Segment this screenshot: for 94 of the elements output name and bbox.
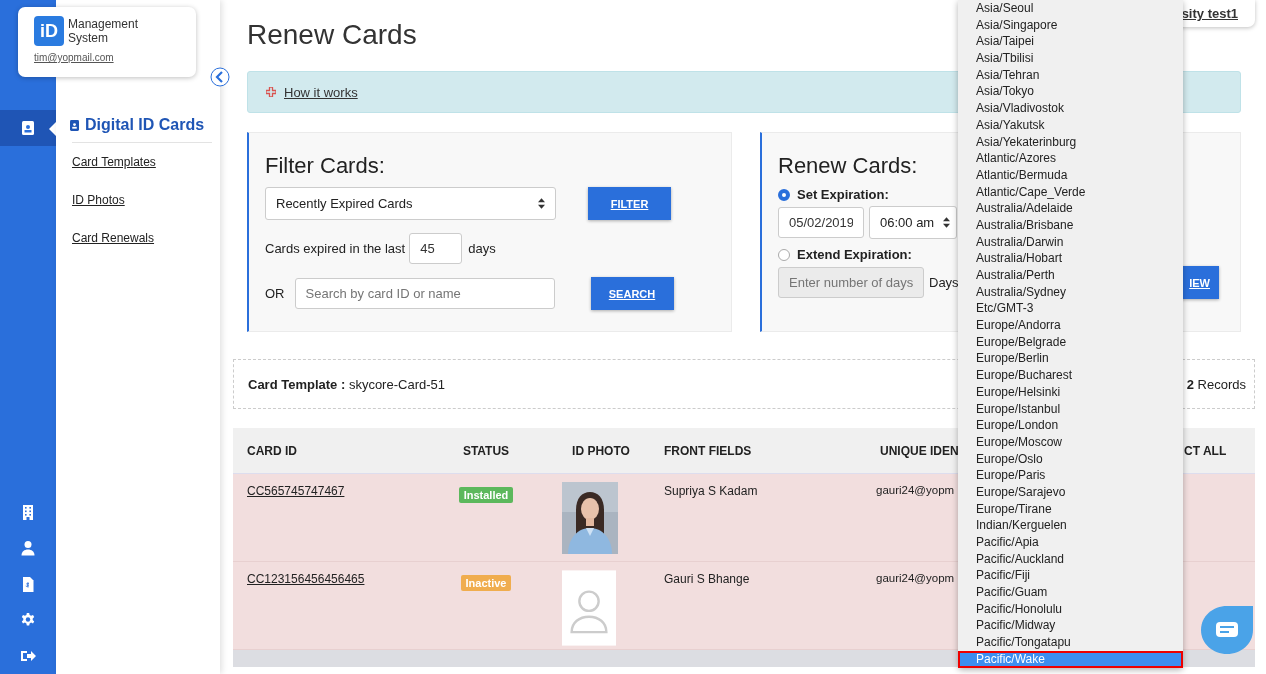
timezone-option[interactable]: Pacific/Auckland	[958, 550, 1183, 568]
timezone-option[interactable]: Europe/Belgrade	[958, 333, 1183, 351]
radio-label: Extend Expiration:	[797, 247, 912, 262]
chat-button[interactable]	[1199, 604, 1255, 656]
days-label: days	[468, 241, 496, 256]
timezone-option[interactable]: Atlantic/Cape_Verde	[958, 183, 1183, 201]
submenu-link[interactable]: ID Photos	[72, 193, 212, 207]
time-select[interactable]: 06:00 am	[869, 206, 957, 239]
timezone-option[interactable]: Europe/Andorra	[958, 317, 1183, 334]
timezone-option[interactable]: Pacific/Fiji	[958, 567, 1183, 585]
search-button[interactable]: SEARCH	[590, 277, 674, 310]
timezone-option[interactable]: Asia/Taipei	[958, 33, 1183, 51]
account-email-link[interactable]: tim@yopmail.com	[34, 52, 180, 63]
timezone-option[interactable]: Asia/Vladivostok	[958, 100, 1183, 117]
column-header: UNIQUE IDEN	[879, 443, 960, 458]
timezone-option[interactable]: Asia/Tehran	[958, 66, 1183, 84]
timezone-option[interactable]: Australia/Adelaide	[958, 200, 1183, 217]
timezone-option[interactable]: Europe/Tirane	[958, 500, 1183, 518]
timezone-option[interactable]: Europe/Berlin	[958, 350, 1183, 368]
timezone-option[interactable]: Australia/Brisbane	[958, 216, 1183, 234]
invoice-icon[interactable]	[20, 576, 36, 592]
filter-button[interactable]: FILTER	[588, 187, 671, 220]
record-count: 2 Records	[1186, 376, 1246, 392]
settings-icon[interactable]	[20, 612, 36, 628]
timezone-option[interactable]: Atlantic/Azores	[958, 150, 1183, 167]
select-caret-icon	[943, 217, 950, 228]
submenu-title: Digital ID Cards	[85, 116, 205, 134]
panel-title: Filter Cards:	[265, 153, 385, 179]
timezone-option[interactable]: Pacific/Tongatapu	[958, 634, 1183, 651]
timezone-option[interactable]: Europe/Istanbul	[958, 400, 1183, 418]
timezone-option[interactable]: Europe/Oslo	[958, 450, 1183, 468]
select-caret-icon	[538, 198, 545, 209]
badge-icon	[70, 119, 79, 131]
card-id-link[interactable]: CC565745747467	[233, 484, 420, 561]
column-header: CT ALL	[1183, 443, 1228, 458]
timezone-option[interactable]: Asia/Tokyo	[958, 83, 1183, 101]
collapse-button[interactable]	[210, 67, 230, 87]
radio-button[interactable]	[778, 248, 790, 261]
search-field[interactable]: Search by card ID or name	[294, 278, 555, 309]
timezone-option[interactable]: Asia/Yakutsk	[958, 116, 1183, 134]
column-header: FRONT FIELDS	[663, 443, 753, 458]
account-name-link[interactable]: sity test1	[1181, 6, 1238, 21]
table-cell-text: Supriya S Kadam	[663, 484, 759, 500]
timezone-option[interactable]: Europe/Paris	[958, 467, 1183, 484]
status-badge: Inactive	[460, 575, 512, 591]
timezone-option[interactable]: Australia/Hobart	[958, 250, 1183, 267]
table-cell-text: gauri24@yopm	[875, 572, 956, 586]
table-cell-text: Gauri S Bhange	[663, 572, 751, 588]
days-input[interactable]: 45	[409, 233, 463, 264]
card-id-link[interactable]: CC123156456456465	[233, 572, 420, 649]
column-header: ID PHOTO	[571, 443, 631, 458]
timezone-option[interactable]: Pacific/Apia	[958, 534, 1183, 551]
timezone-option[interactable]: Pacific/Guam	[958, 584, 1183, 601]
column-header: STATUS	[461, 443, 511, 458]
timezone-option[interactable]: Pacific/Honolulu	[958, 600, 1183, 618]
plus-icon	[266, 87, 276, 97]
timezone-option[interactable]: Europe/Helsinki	[958, 383, 1183, 401]
timezone-option[interactable]: Australia/Darwin	[958, 233, 1183, 251]
template-label: Card Template : skycore-Card-51	[248, 376, 445, 392]
timezone-option[interactable]: Europe/Bucharest	[958, 367, 1183, 384]
timezone-option[interactable]: Etc/GMT-3	[958, 300, 1183, 318]
days-unit: Days	[929, 275, 959, 290]
timezone-option[interactable]: Europe/Sarajevo	[958, 483, 1183, 501]
page-title: Renew Cards	[247, 18, 417, 52]
date-field[interactable]: 05/02/2019	[778, 207, 864, 238]
timezone-option[interactable]: Asia/Singapore	[958, 16, 1183, 34]
timezone-option[interactable]: Atlantic/Bermuda	[958, 166, 1183, 184]
days-label: Cards expired in the last	[265, 241, 406, 256]
submenu-link[interactable]: Card Templates	[72, 155, 212, 169]
status-badge: Installed	[458, 487, 514, 503]
timezone-option[interactable]: Indian/Kerguelen	[958, 517, 1183, 534]
or-label: OR	[265, 286, 285, 301]
how-it-works-link[interactable]: How it works	[284, 84, 358, 100]
timezone-option[interactable]: Asia/Yekaterinburg	[958, 133, 1183, 151]
radio-label: Set Expiration:	[797, 187, 889, 202]
avatar-placeholder-icon	[562, 570, 616, 646]
pointer-icon	[49, 122, 56, 136]
timezone-option[interactable]: Pacific/Midway	[958, 617, 1183, 635]
timezone-option[interactable]: Asia/Tbilisi	[958, 50, 1183, 67]
timezone-option[interactable]: Europe/London	[958, 417, 1183, 434]
radio-button[interactable]	[778, 188, 790, 201]
card-filter-select[interactable]: Recently Expired Cards	[265, 187, 556, 220]
timezone-option[interactable]: Europe/Moscow	[958, 433, 1183, 451]
table-cell-text: gauri24@yopm	[875, 484, 956, 498]
user-icon[interactable]	[20, 540, 36, 556]
building-icon[interactable]	[20, 504, 36, 520]
timezone-option[interactable]: Asia/Seoul	[958, 0, 1183, 17]
app-name: Management System	[68, 17, 140, 45]
badge-icon[interactable]	[20, 120, 36, 136]
logout-icon[interactable]	[20, 648, 36, 664]
column-header: CARD ID	[246, 443, 298, 458]
panel-title: Renew Cards:	[778, 153, 918, 179]
logo: iD	[34, 16, 64, 46]
submenu-link[interactable]: Card Renewals	[72, 231, 212, 245]
